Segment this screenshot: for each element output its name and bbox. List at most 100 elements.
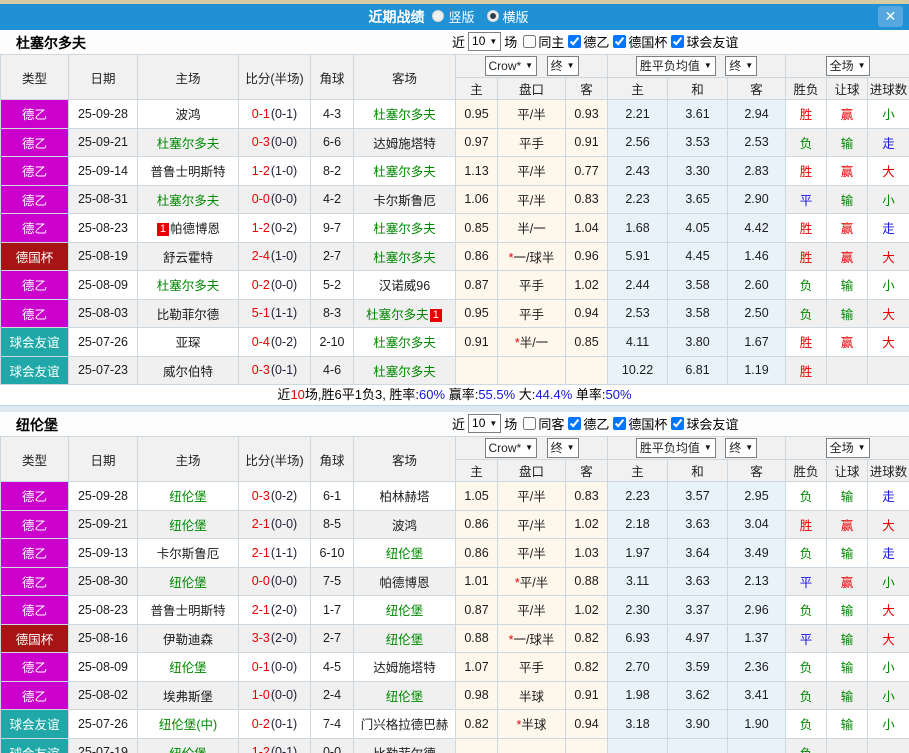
odds-final-select[interactable]: 终 ▼ (546, 56, 579, 76)
league-badge: 德乙 (0, 270, 69, 300)
away-team-cell: 门兴格拉德巴赫 (353, 709, 456, 739)
match-row: 德国杯 25-08-16 伊勒迪森 3-3(2-0) 2-7 纽伦堡 0.88 *一/球半 0.… (0, 623, 909, 653)
scope-select[interactable]: 全场 ▼ (825, 56, 870, 76)
sub-header-mean-away: 客 (727, 77, 787, 100)
goals-result-cell: 小 (867, 709, 909, 739)
mean-draw-cell: 3.80 (667, 327, 729, 357)
away-odds-cell: 1.04 (564, 213, 609, 243)
layout-radio[interactable]: 横版 (486, 7, 529, 26)
sub-header-handicap: 盘口 (497, 459, 566, 482)
radio-unselected-icon[interactable] (432, 10, 445, 23)
match-row: 德乙 25-08-31 杜塞尔多夫 0-0(0-0) 4-2 卡尔斯鲁厄 1.06 平/半 0.… (0, 184, 909, 214)
away-odds-cell: 1.02 (564, 270, 609, 300)
radio-selected-icon[interactable] (486, 10, 499, 23)
home-team-name: 亚琛 (175, 336, 201, 351)
league-filter-checkbox[interactable]: 球会友谊 (671, 32, 738, 51)
home-team-cell: 普鲁士明斯特 (137, 156, 239, 186)
handicap-cell: 平/半 (497, 184, 566, 214)
home-team-cell: 纽伦堡 (137, 481, 239, 511)
mean-away-cell: 2.83 (727, 156, 787, 186)
home-odds-cell: 0.86 (455, 538, 498, 568)
col-header-type: 类型 (0, 54, 69, 100)
home-team-cell: 卡尔斯鲁厄 (137, 538, 239, 568)
match-date: 25-08-03 (68, 298, 138, 328)
halftime-score: (0-1) (270, 716, 298, 731)
league-filter-checkbox[interactable]: 德乙 (568, 414, 609, 433)
score-cell: 0-4(0-2) (238, 327, 311, 357)
mean-home-cell: 2.18 (607, 509, 669, 539)
sub-header-mean-draw: 和 (667, 459, 729, 482)
result-cell: 负 (785, 595, 828, 625)
league-filter-checkbox[interactable]: 球会友谊 (671, 414, 738, 433)
result-cell: 胜 (785, 213, 828, 243)
mean-group-header: 胜平负均值 ▼ 终 ▼ (607, 54, 787, 78)
odds-final-select[interactable]: 终 ▼ (546, 438, 579, 458)
mean-select[interactable]: 胜平负均值 ▼ (635, 438, 716, 458)
handicap-result-cell: 输 (826, 481, 869, 511)
fulltime-score: 0-2 (251, 277, 270, 292)
odds-source-select[interactable]: Crow* ▼ (484, 438, 538, 458)
mean-select[interactable]: 胜平负均值 ▼ (635, 56, 716, 76)
home-team-cell: 纽伦堡 (137, 509, 239, 539)
league-filter-checkbox[interactable]: 德国杯 (613, 414, 667, 433)
mean-final-select[interactable]: 终 ▼ (725, 438, 758, 458)
away-odds-cell: 0.91 (564, 127, 609, 157)
sub-header-mean-draw: 和 (667, 77, 729, 100)
col-header-home: 主场 (137, 436, 239, 482)
goals-result-cell: 走 (867, 538, 909, 568)
away-team-cell: 波鸿 (353, 509, 456, 539)
match-count-select[interactable]: 10 ▼ (468, 414, 502, 433)
goals-result-cell: 小 (867, 270, 909, 300)
home-odds-cell: 0.91 (455, 327, 498, 357)
match-row: 德乙 25-09-14 普鲁士明斯特 1-2(1-0) 8-2 杜塞尔多夫 1.13 平/半 0… (0, 156, 909, 186)
away-team-name: 杜塞尔多夫 (373, 222, 436, 237)
score-cell: 1-2(0-1) (238, 737, 311, 753)
halftime-score: (2-0) (270, 602, 298, 617)
result-cell: 负 (785, 270, 828, 300)
match-count-select[interactable]: 10 ▼ (468, 32, 502, 51)
mean-draw-cell: 3.63 (667, 566, 729, 596)
goals-result-cell: 走 (867, 127, 909, 157)
league-filter-checkbox[interactable]: 德乙 (568, 32, 609, 51)
score-cell: 0-2(0-0) (238, 270, 311, 300)
odds-source-select[interactable]: Crow* ▼ (484, 56, 538, 76)
fulltime-score: 5-1 (251, 306, 270, 321)
scope-select[interactable]: 全场 ▼ (825, 438, 870, 458)
mean-away-cell: 2.53 (727, 127, 787, 157)
away-odds-cell: 0.91 (564, 680, 609, 710)
summary-segment: 50% (605, 387, 632, 402)
col-header-away: 客场 (353, 436, 456, 482)
score-cell: 0-3(0-1) (238, 355, 311, 385)
mean-final-select[interactable]: 终 ▼ (725, 56, 758, 76)
home-odds-cell: 0.98 (455, 680, 498, 710)
away-team-cell: 纽伦堡 (353, 595, 456, 625)
home-team-cell: 纽伦堡(中) (137, 709, 239, 739)
corner-cell: 2-7 (310, 241, 354, 271)
score-cell: 1-2(1-0) (238, 156, 311, 186)
same-venue-checkbox[interactable]: 同客 (523, 414, 564, 433)
away-team-name: 纽伦堡 (385, 632, 424, 647)
handicap-result-cell: 赢 (826, 566, 869, 596)
away-team-cell: 纽伦堡 (353, 623, 456, 653)
away-team-name: 杜塞尔多夫 (373, 336, 436, 351)
layout-radio[interactable]: 竖版 (432, 7, 475, 26)
corner-cell: 9-7 (310, 213, 354, 243)
match-date: 25-09-28 (68, 99, 138, 129)
league-filter-checkbox[interactable]: 德国杯 (613, 32, 667, 51)
close-button[interactable]: ✕ (878, 6, 903, 27)
corner-cell: 5-2 (310, 270, 354, 300)
away-odds-cell: 0.94 (564, 709, 609, 739)
away-team-name: 杜塞尔多夫 (366, 307, 429, 322)
mean-away-cell: 2.95 (727, 481, 787, 511)
home-team-cell: 伊勒迪森 (137, 623, 239, 653)
fulltime-score: 1-2 (251, 220, 270, 235)
handicap-result-cell (826, 737, 869, 753)
league-filter-group: 德乙 德国杯 球会友谊 (564, 414, 738, 433)
sub-header-odds-home: 主 (455, 459, 498, 482)
mean-away-cell: 3.41 (727, 680, 787, 710)
fulltime-score: 0-0 (251, 192, 270, 207)
same-venue-checkbox[interactable]: 同主 (523, 32, 564, 51)
summary-line: 近10场,胜6平1负3, 胜率:60% 赢率:55.5% 大:44.4% 单率:… (0, 385, 909, 405)
halftime-score: (0-0) (270, 688, 298, 703)
away-team-cell: 柏林赫塔 (353, 481, 456, 511)
